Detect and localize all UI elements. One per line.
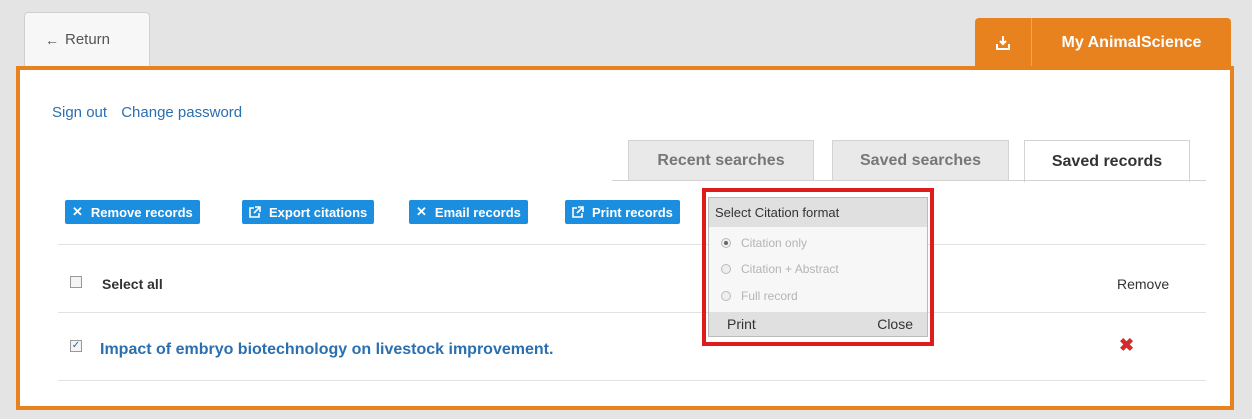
email-records-label: Email records	[434, 204, 521, 220]
print-records-label: Print records	[592, 204, 673, 220]
select-all-checkbox[interactable]	[70, 276, 82, 288]
tab-divider	[612, 180, 1206, 181]
account-links: Sign out Change password	[52, 104, 252, 121]
my-area-header: My AnimalScience	[975, 18, 1231, 68]
download-icon	[996, 36, 1010, 50]
account-panel: Sign out Change password Recent searches…	[16, 66, 1234, 410]
close-icon: ✕	[72, 204, 83, 219]
export-citations-label: Export citations	[269, 204, 368, 220]
remove-records-button[interactable]: ✕ Remove records	[65, 200, 200, 224]
record-title-link[interactable]: Impact of embryo biotechnology on livest…	[100, 341, 553, 359]
divider	[58, 244, 1206, 245]
return-tab[interactable]: ← Return	[24, 12, 150, 66]
close-icon: ✕	[416, 204, 427, 219]
external-link-icon	[572, 206, 584, 218]
sign-out-link[interactable]: Sign out	[52, 104, 107, 121]
external-link-icon	[249, 206, 261, 218]
back-arrow-icon: ←	[45, 31, 59, 48]
return-label: Return	[65, 31, 111, 48]
remove-record-icon[interactable]: ✖	[1119, 335, 1134, 356]
export-citations-button[interactable]: Export citations	[242, 200, 375, 224]
email-records-button[interactable]: ✕ Email records	[409, 200, 528, 224]
tab-recent-searches[interactable]: Recent searches	[628, 140, 814, 180]
divider	[58, 312, 1206, 313]
remove-column-header: Remove	[1117, 276, 1170, 292]
remove-records-label: Remove records	[90, 204, 193, 220]
record-checkbox[interactable]: ✓	[70, 340, 82, 352]
tab-saved-searches[interactable]: Saved searches	[832, 140, 1009, 180]
change-password-link[interactable]: Change password	[121, 104, 242, 121]
my-area-title[interactable]: My AnimalScience	[1032, 18, 1231, 68]
select-all-label: Select all	[102, 276, 163, 292]
highlight-outline	[702, 188, 934, 346]
download-button[interactable]	[975, 18, 1032, 68]
print-records-button[interactable]: Print records	[565, 200, 680, 224]
tab-saved-records[interactable]: Saved records	[1024, 140, 1190, 182]
divider	[58, 380, 1206, 381]
top-bar: ← Return My AnimalScience	[0, 0, 1252, 68]
